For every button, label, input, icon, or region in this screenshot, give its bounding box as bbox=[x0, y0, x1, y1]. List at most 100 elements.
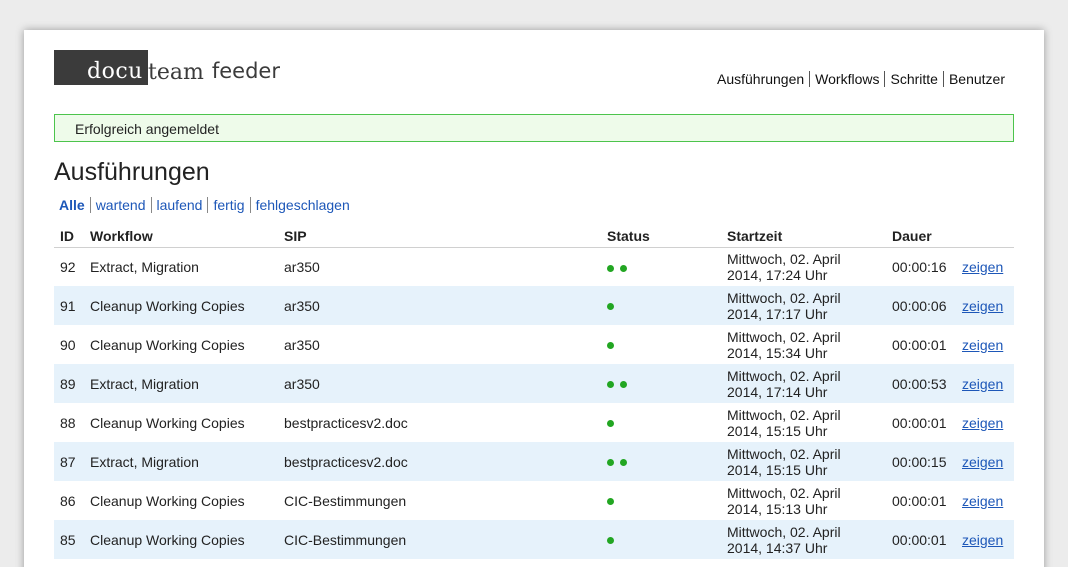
cell-status bbox=[601, 481, 721, 520]
status-dot-icon bbox=[607, 303, 614, 311]
cell-dauer: 00:00:01 bbox=[892, 492, 947, 509]
cell-workflow: Extract, Migration bbox=[84, 364, 278, 403]
cell-status bbox=[601, 325, 721, 364]
cell-sip: ar350 bbox=[284, 258, 320, 275]
filter-laufend[interactable]: laufend bbox=[150, 197, 208, 213]
cell-dauer: 00:00:01 bbox=[886, 520, 956, 559]
logo-text-feeder: feeder bbox=[211, 59, 280, 83]
status-dot-icon bbox=[607, 264, 614, 272]
cell-status bbox=[601, 247, 721, 286]
cell-action: zeigen bbox=[956, 247, 1014, 286]
cell-id: 89 bbox=[54, 364, 84, 403]
cell-startzeit: Mittwoch, 02. April 2014, 14:37 Uhr bbox=[721, 520, 886, 559]
cell-startzeit: Mittwoch, 02. April 2014, 15:15 Uhr bbox=[721, 403, 886, 442]
startzeit-time: 2014, 14:37 Uhr bbox=[727, 539, 828, 556]
status-dot-icon bbox=[607, 498, 614, 506]
table-row: 88 Cleanup Working Copies bestpracticesv2.… bbox=[54, 403, 1014, 442]
status-dot-icon bbox=[607, 420, 614, 428]
cell-sip: ar350 bbox=[278, 364, 601, 403]
cell-dauer: 00:00:01 bbox=[892, 336, 947, 353]
show-link[interactable]: zeigen bbox=[962, 493, 1003, 509]
cell-status bbox=[601, 403, 721, 442]
cell-dauer: 00:00:15 bbox=[886, 442, 956, 481]
filter-wartend[interactable]: wartend bbox=[89, 197, 151, 213]
cell-action: zeigen bbox=[956, 325, 1014, 364]
show-link[interactable]: zeigen bbox=[962, 298, 1003, 314]
startzeit-time: 2014, 15:15 Uhr bbox=[727, 422, 828, 439]
logo-box: docu bbox=[54, 50, 148, 85]
startzeit-time: 2014, 15:34 Uhr bbox=[727, 344, 828, 361]
startzeit-time: 2014, 17:14 Uhr bbox=[727, 383, 828, 400]
table-row: 91 Cleanup Working Copies ar350 Mittwoch, 0… bbox=[54, 286, 1014, 325]
cell-startzeit: Mittwoch, 02. April 2014, 17:14 Uhr bbox=[721, 364, 886, 403]
cell-action: zeigen bbox=[956, 286, 1014, 325]
cell-workflow: Extract, Migration bbox=[84, 442, 278, 481]
cell-id: 92 bbox=[60, 258, 76, 275]
logo-text-docu: docu bbox=[87, 59, 143, 84]
main-nav: Ausführungen Workflows Schritte Benutzer bbox=[712, 71, 1010, 87]
cell-sip: CIC-Bestimmungen bbox=[284, 492, 407, 509]
startzeit-date: Mittwoch, 02. April bbox=[727, 484, 841, 501]
cell-workflow: Cleanup Working Copies bbox=[90, 336, 245, 353]
nav-ausfuehrungen[interactable]: Ausführungen bbox=[712, 71, 809, 87]
status-dot-icon bbox=[620, 264, 627, 272]
nav-schritte[interactable]: Schritte bbox=[884, 71, 942, 87]
startzeit-date: Mittwoch, 02. April bbox=[727, 523, 841, 540]
show-link[interactable]: zeigen bbox=[962, 376, 1003, 392]
startzeit-time: 2014, 17:24 Uhr bbox=[727, 266, 828, 283]
status-dot-icon bbox=[607, 537, 614, 545]
cell-status bbox=[601, 364, 721, 403]
show-link[interactable]: zeigen bbox=[962, 337, 1003, 353]
cell-status bbox=[601, 286, 721, 325]
table-row: 85 Cleanup Working Copies CIC-Bestimmungen… bbox=[54, 520, 1014, 559]
col-header-workflow: Workflow bbox=[84, 226, 278, 248]
show-link[interactable]: zeigen bbox=[962, 259, 1003, 275]
col-header-startzeit: Startzeit bbox=[721, 226, 886, 248]
cell-id: 91 bbox=[54, 286, 84, 325]
table-row: 86 Cleanup Working Copies CIC-Bestimmungen… bbox=[54, 481, 1014, 520]
cell-dauer: 00:00:16 bbox=[892, 258, 947, 275]
col-header-status: Status bbox=[601, 226, 721, 248]
cell-sip: bestpracticesv2.doc bbox=[278, 442, 601, 481]
cell-workflow: Cleanup Working Copies bbox=[84, 520, 278, 559]
col-header-sip: SIP bbox=[278, 226, 601, 248]
table-row: 87 Extract, Migration bestpracticesv2.doc M… bbox=[54, 442, 1014, 481]
table-row: 92 Extract, Migration ar350 Mittwoch, 02. A… bbox=[54, 247, 1014, 286]
col-header-id: ID bbox=[54, 226, 84, 248]
startzeit-time: 2014, 15:13 Uhr bbox=[727, 500, 828, 517]
app-logo[interactable]: docu team feeder bbox=[54, 50, 280, 85]
nav-workflows[interactable]: Workflows bbox=[809, 71, 884, 87]
cell-startzeit: Mittwoch, 02. April 2014, 17:24 Uhr bbox=[721, 247, 886, 286]
filter-fertig[interactable]: fertig bbox=[207, 197, 249, 213]
filter-fehlgeschlagen[interactable]: fehlgeschlagen bbox=[249, 197, 355, 213]
cell-startzeit: Mittwoch, 02. April 2014, 15:15 Uhr bbox=[721, 442, 886, 481]
cell-startzeit: Mittwoch, 02. April 2014, 15:34 Uhr bbox=[721, 325, 886, 364]
cell-startzeit: Mittwoch, 02. April 2014, 15:13 Uhr bbox=[721, 481, 886, 520]
cell-action: zeigen bbox=[956, 481, 1014, 520]
cell-action: zeigen bbox=[956, 442, 1014, 481]
page-title: Ausführungen bbox=[54, 158, 210, 186]
cell-sip: CIC-Bestimmungen bbox=[278, 520, 601, 559]
cell-dauer: 00:00:53 bbox=[886, 364, 956, 403]
filter-alle[interactable]: Alle bbox=[54, 197, 90, 213]
cell-id: 86 bbox=[60, 492, 76, 509]
cell-id: 87 bbox=[54, 442, 84, 481]
startzeit-time: 2014, 17:17 Uhr bbox=[727, 305, 828, 322]
show-link[interactable]: zeigen bbox=[962, 532, 1003, 548]
startzeit-date: Mittwoch, 02. April bbox=[727, 406, 841, 423]
flash-message: Erfolgreich angemeldet bbox=[54, 114, 1014, 142]
nav-benutzer[interactable]: Benutzer bbox=[942, 71, 1010, 87]
cell-status bbox=[601, 442, 721, 481]
cell-dauer: 00:00:06 bbox=[886, 286, 956, 325]
startzeit-date: Mittwoch, 02. April bbox=[727, 328, 841, 345]
table-row: 90 Cleanup Working Copies ar350 Mittwoch, 0… bbox=[54, 325, 1014, 364]
show-link[interactable]: zeigen bbox=[962, 415, 1003, 431]
cell-sip: bestpracticesv2.doc bbox=[284, 414, 408, 431]
startzeit-time: 2014, 15:15 Uhr bbox=[727, 461, 828, 478]
cell-status bbox=[601, 520, 721, 559]
cell-id: 90 bbox=[60, 336, 76, 353]
show-link[interactable]: zeigen bbox=[962, 454, 1003, 470]
status-dot-icon bbox=[620, 381, 627, 389]
cell-sip: ar350 bbox=[284, 336, 320, 353]
col-header-dauer: Dauer bbox=[886, 226, 956, 248]
